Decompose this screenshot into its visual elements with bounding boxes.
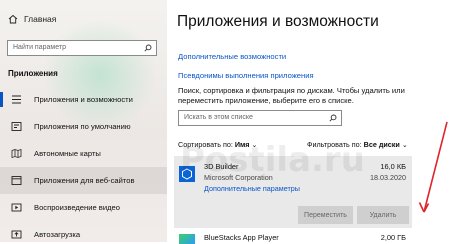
sidebar-item-label: Приложения для веб-сайтов bbox=[34, 176, 135, 185]
app-size: 16,0 КБ bbox=[380, 162, 406, 171]
advanced-options-link[interactable]: Дополнительные параметры bbox=[204, 184, 300, 193]
sidebar-item-label: Воспроизведение видео bbox=[34, 203, 120, 212]
settings-search-input[interactable]: Найти параметр bbox=[7, 40, 157, 56]
sidebar-item-label: Приложения и возможности bbox=[34, 95, 133, 104]
sidebar-item-apps-features[interactable]: Приложения и возможности bbox=[0, 86, 167, 113]
description-text: Поиск, сортировка и фильтрация по дискам… bbox=[178, 86, 405, 105]
sidebar-nav: Приложения и возможности Приложения по у… bbox=[0, 86, 167, 242]
filter-value: Все диски bbox=[363, 140, 400, 149]
home-label: Главная bbox=[24, 14, 57, 24]
move-button[interactable]: Переместить bbox=[298, 206, 353, 224]
sidebar-item-label: Приложения по умолчанию bbox=[34, 122, 131, 131]
chevron-down-icon: ⌄ bbox=[401, 140, 408, 149]
map-icon bbox=[11, 148, 22, 159]
defaults-icon bbox=[11, 122, 22, 131]
app-list-search-input[interactable]: Искать в этом списке bbox=[178, 110, 342, 126]
app-size: 2,00 ГБ bbox=[380, 233, 406, 242]
app-execution-aliases-link[interactable]: Псевдонимы выполнения приложения bbox=[178, 71, 314, 80]
home-link[interactable]: Главная bbox=[8, 14, 56, 24]
sidebar: Главная Найти параметр Приложения Прилож… bbox=[0, 0, 167, 242]
app-date: 18.03.2020 bbox=[370, 173, 406, 182]
uninstall-button[interactable]: Удалить bbox=[357, 206, 409, 224]
watermark: Postila.ru bbox=[180, 140, 365, 180]
search-icon[interactable] bbox=[329, 114, 337, 122]
sidebar-item-offline-maps[interactable]: Автономные карты bbox=[0, 140, 167, 167]
sidebar-item-label: Автозагрузка bbox=[34, 230, 81, 239]
sidebar-item-startup[interactable]: Автозагрузка bbox=[0, 221, 167, 242]
app-list-item[interactable]: BlueStacks App Player 2,00 ГБ bbox=[174, 232, 412, 244]
main-content: Приложения и возможности Дополнительные … bbox=[167, 0, 460, 244]
settings-search-placeholder: Найти параметр bbox=[13, 44, 66, 51]
video-icon bbox=[11, 203, 22, 212]
optional-features-link[interactable]: Дополнительные возможности bbox=[178, 52, 286, 61]
search-icon[interactable] bbox=[144, 44, 152, 52]
sidebar-item-apps-for-websites[interactable]: Приложения для веб-сайтов bbox=[0, 167, 167, 194]
startup-icon bbox=[11, 230, 22, 239]
app-name: BlueStacks App Player bbox=[204, 233, 279, 242]
page-title: Приложения и возможности bbox=[177, 13, 379, 30]
section-title: Приложения bbox=[8, 69, 58, 78]
home-icon bbox=[8, 14, 18, 24]
bluestacks-app-icon bbox=[179, 234, 195, 244]
sidebar-item-video-playback[interactable]: Воспроизведение видео bbox=[0, 194, 167, 221]
app-list-search-placeholder: Искать в этом списке bbox=[184, 114, 253, 121]
sidebar-item-default-apps[interactable]: Приложения по умолчанию bbox=[0, 113, 167, 140]
list-icon bbox=[12, 95, 21, 104]
web-icon bbox=[11, 176, 22, 185]
sidebar-item-label: Автономные карты bbox=[34, 149, 101, 158]
